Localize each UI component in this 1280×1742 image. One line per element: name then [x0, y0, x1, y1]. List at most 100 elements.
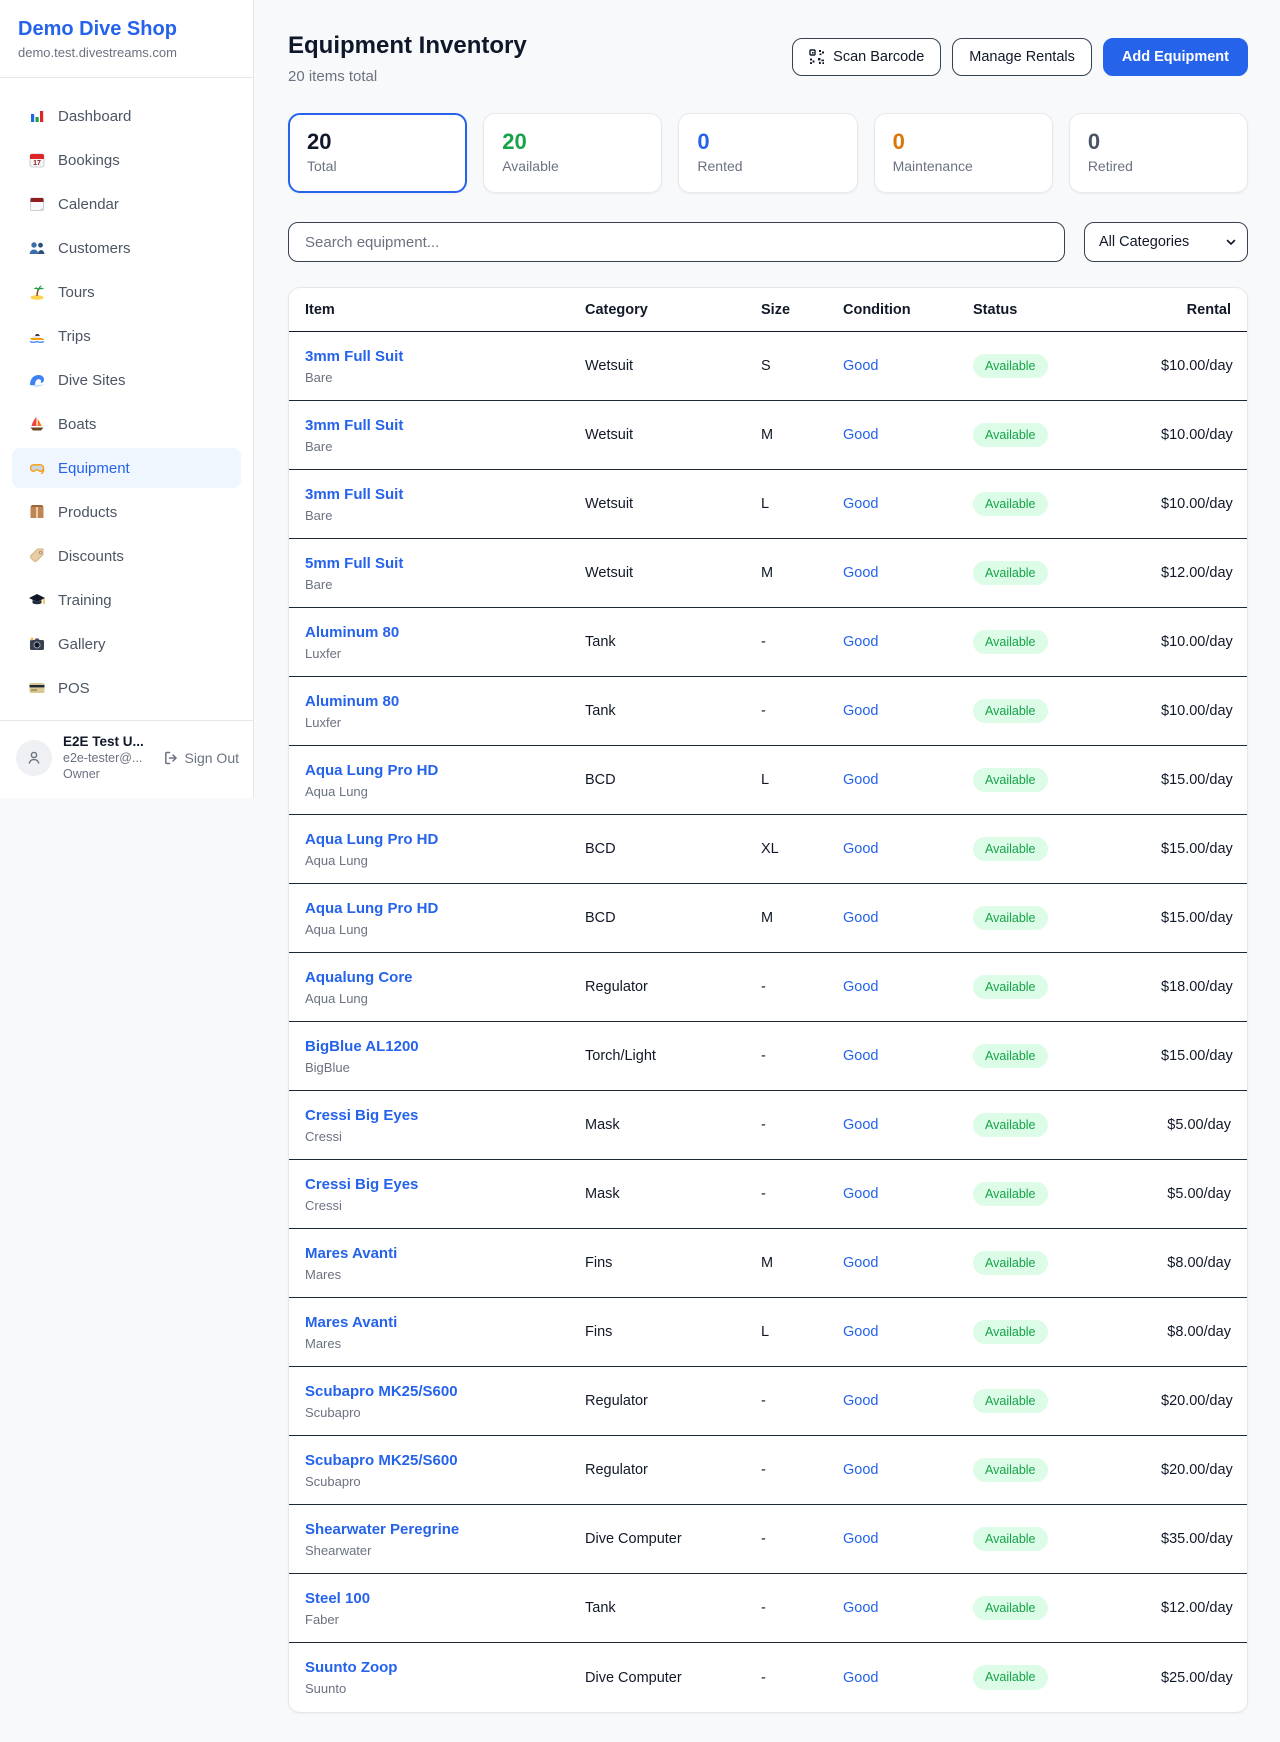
item-name-link[interactable]: Scubapro MK25/S600 [305, 1382, 458, 1401]
item-name-link[interactable]: Shearwater Peregrine [305, 1520, 459, 1539]
item-condition-link[interactable]: Good [843, 1255, 973, 1271]
item-brand: Mares [305, 1266, 585, 1283]
table-row: Aqualung CoreAqua LungRegulator-GoodAvai… [289, 953, 1247, 1022]
item-size: - [761, 1393, 843, 1409]
sidebar-item-pos[interactable]: POS [12, 668, 241, 708]
item-name-link[interactable]: Scubapro MK25/S600 [305, 1451, 458, 1470]
item-condition-link[interactable]: Good [843, 979, 973, 995]
status-badge: Available [973, 1044, 1048, 1069]
item-condition-link[interactable]: Good [843, 427, 973, 443]
stat-card-total[interactable]: 20Total [288, 113, 467, 193]
stat-label: Available [502, 158, 643, 174]
sidebar-item-label: Equipment [58, 460, 130, 477]
item-name-link[interactable]: Cressi Big Eyes [305, 1106, 418, 1125]
item-brand: Bare [305, 576, 585, 593]
item-name-link[interactable]: Mares Avanti [305, 1244, 397, 1263]
barcode-scan-icon [809, 49, 825, 65]
add-equipment-label: Add Equipment [1122, 49, 1229, 65]
item-name-link[interactable]: 3mm Full Suit [305, 347, 403, 366]
manage-rentals-button[interactable]: Manage Rentals [952, 38, 1092, 76]
item-name-link[interactable]: Aluminum 80 [305, 623, 399, 642]
item-name-link[interactable]: Suunto Zoop [305, 1658, 397, 1677]
category-select[interactable]: All Categories [1084, 222, 1248, 262]
item-name-link[interactable]: Steel 100 [305, 1589, 370, 1608]
item-condition-link[interactable]: Good [843, 1393, 973, 1409]
item-condition-link[interactable]: Good [843, 910, 973, 926]
item-condition-link[interactable]: Good [843, 841, 973, 857]
item-name-link[interactable]: Mares Avanti [305, 1313, 397, 1332]
user-name: E2E Test U... [63, 733, 152, 750]
wave-icon [28, 371, 46, 389]
item-name-link[interactable]: Aqua Lung Pro HD [305, 830, 438, 849]
table-row: Aqua Lung Pro HDAqua LungBCDXLGoodAvaila… [289, 815, 1247, 884]
item-brand: Scubapro [305, 1404, 585, 1421]
item-condition-link[interactable]: Good [843, 1186, 973, 1202]
sidebar-item-label: Trips [58, 328, 91, 345]
item-name-link[interactable]: Aqualung Core [305, 968, 413, 987]
item-category: Regulator [585, 1462, 761, 1478]
item-condition-link[interactable]: Good [843, 772, 973, 788]
item-name-link[interactable]: 5mm Full Suit [305, 554, 403, 573]
item-name-link[interactable]: Cressi Big Eyes [305, 1175, 418, 1194]
item-condition-link[interactable]: Good [843, 1531, 973, 1547]
item-name-link[interactable]: Aqua Lung Pro HD [305, 899, 438, 918]
sidebar-item-products[interactable]: Products [12, 492, 241, 532]
item-condition-link[interactable]: Good [843, 358, 973, 374]
item-condition-link[interactable]: Good [843, 1600, 973, 1616]
item-condition-link[interactable]: Good [843, 634, 973, 650]
table-row: Shearwater PeregrineShearwaterDive Compu… [289, 1505, 1247, 1574]
sign-out-button[interactable]: Sign Out [163, 750, 239, 766]
item-condition-link[interactable]: Good [843, 1048, 973, 1064]
sidebar-item-gallery[interactable]: Gallery [12, 624, 241, 664]
stat-card-available[interactable]: 20Available [483, 113, 662, 193]
item-size: - [761, 1186, 843, 1202]
item-brand: Aqua Lung [305, 990, 585, 1007]
sidebar-item-dive-sites[interactable]: Dive Sites [12, 360, 241, 400]
item-name-link[interactable]: 3mm Full Suit [305, 416, 403, 435]
stat-value: 20 [307, 128, 448, 156]
sidebar-item-bookings[interactable]: 17Bookings [12, 140, 241, 180]
item-name-link[interactable]: Aluminum 80 [305, 692, 399, 711]
item-name-link[interactable]: BigBlue AL1200 [305, 1037, 419, 1056]
sidebar-item-equipment[interactable]: Equipment [12, 448, 241, 488]
table-row: Scubapro MK25/S600ScubaproRegulator-Good… [289, 1367, 1247, 1436]
sidebar-item-trips[interactable]: Trips [12, 316, 241, 356]
stats-row: 20Total20Available0Rented0Maintenance0Re… [288, 113, 1248, 193]
item-rental-rate: $35.00/day [1161, 1531, 1233, 1547]
item-condition-link[interactable]: Good [843, 1117, 973, 1133]
item-category: Dive Computer [585, 1670, 761, 1686]
status-badge: Available [973, 1389, 1048, 1414]
sidebar-item-training[interactable]: Training [12, 580, 241, 620]
sidebar-item-customers[interactable]: Customers [12, 228, 241, 268]
col-condition: Condition [843, 302, 973, 318]
sidebar-item-calendar[interactable]: Calendar [12, 184, 241, 224]
table-row: Scubapro MK25/S600ScubaproRegulator-Good… [289, 1436, 1247, 1505]
search-input[interactable] [288, 222, 1065, 262]
table-row: Aqua Lung Pro HDAqua LungBCDMGoodAvailab… [289, 884, 1247, 953]
palm-island-icon [28, 283, 46, 301]
item-condition-link[interactable]: Good [843, 565, 973, 581]
sidebar-item-dashboard[interactable]: Dashboard [12, 96, 241, 136]
item-category: Wetsuit [585, 496, 761, 512]
item-condition-link[interactable]: Good [843, 1462, 973, 1478]
stat-card-maintenance[interactable]: 0Maintenance [874, 113, 1053, 193]
item-condition-link[interactable]: Good [843, 1324, 973, 1340]
stat-value: 0 [1088, 128, 1229, 156]
item-condition-link[interactable]: Good [843, 1670, 973, 1686]
stat-card-retired[interactable]: 0Retired [1069, 113, 1248, 193]
item-name-link[interactable]: 3mm Full Suit [305, 485, 403, 504]
sidebar-item-tours[interactable]: Tours [12, 272, 241, 312]
item-condition-link[interactable]: Good [843, 496, 973, 512]
item-size: - [761, 1462, 843, 1478]
item-condition-link[interactable]: Good [843, 703, 973, 719]
sidebar-item-discounts[interactable]: Discounts [12, 536, 241, 576]
item-brand: Aqua Lung [305, 852, 585, 869]
scan-barcode-button[interactable]: Scan Barcode [792, 38, 941, 76]
user-meta: E2E Test U... e2e-tester@... Owner [63, 733, 152, 782]
item-rental-rate: $15.00/day [1161, 772, 1233, 788]
stat-card-rented[interactable]: 0Rented [678, 113, 857, 193]
add-equipment-button[interactable]: Add Equipment [1103, 38, 1248, 76]
item-name-link[interactable]: Aqua Lung Pro HD [305, 761, 438, 780]
user-email: e2e-tester@... [63, 750, 152, 766]
sidebar-item-boats[interactable]: Boats [12, 404, 241, 444]
